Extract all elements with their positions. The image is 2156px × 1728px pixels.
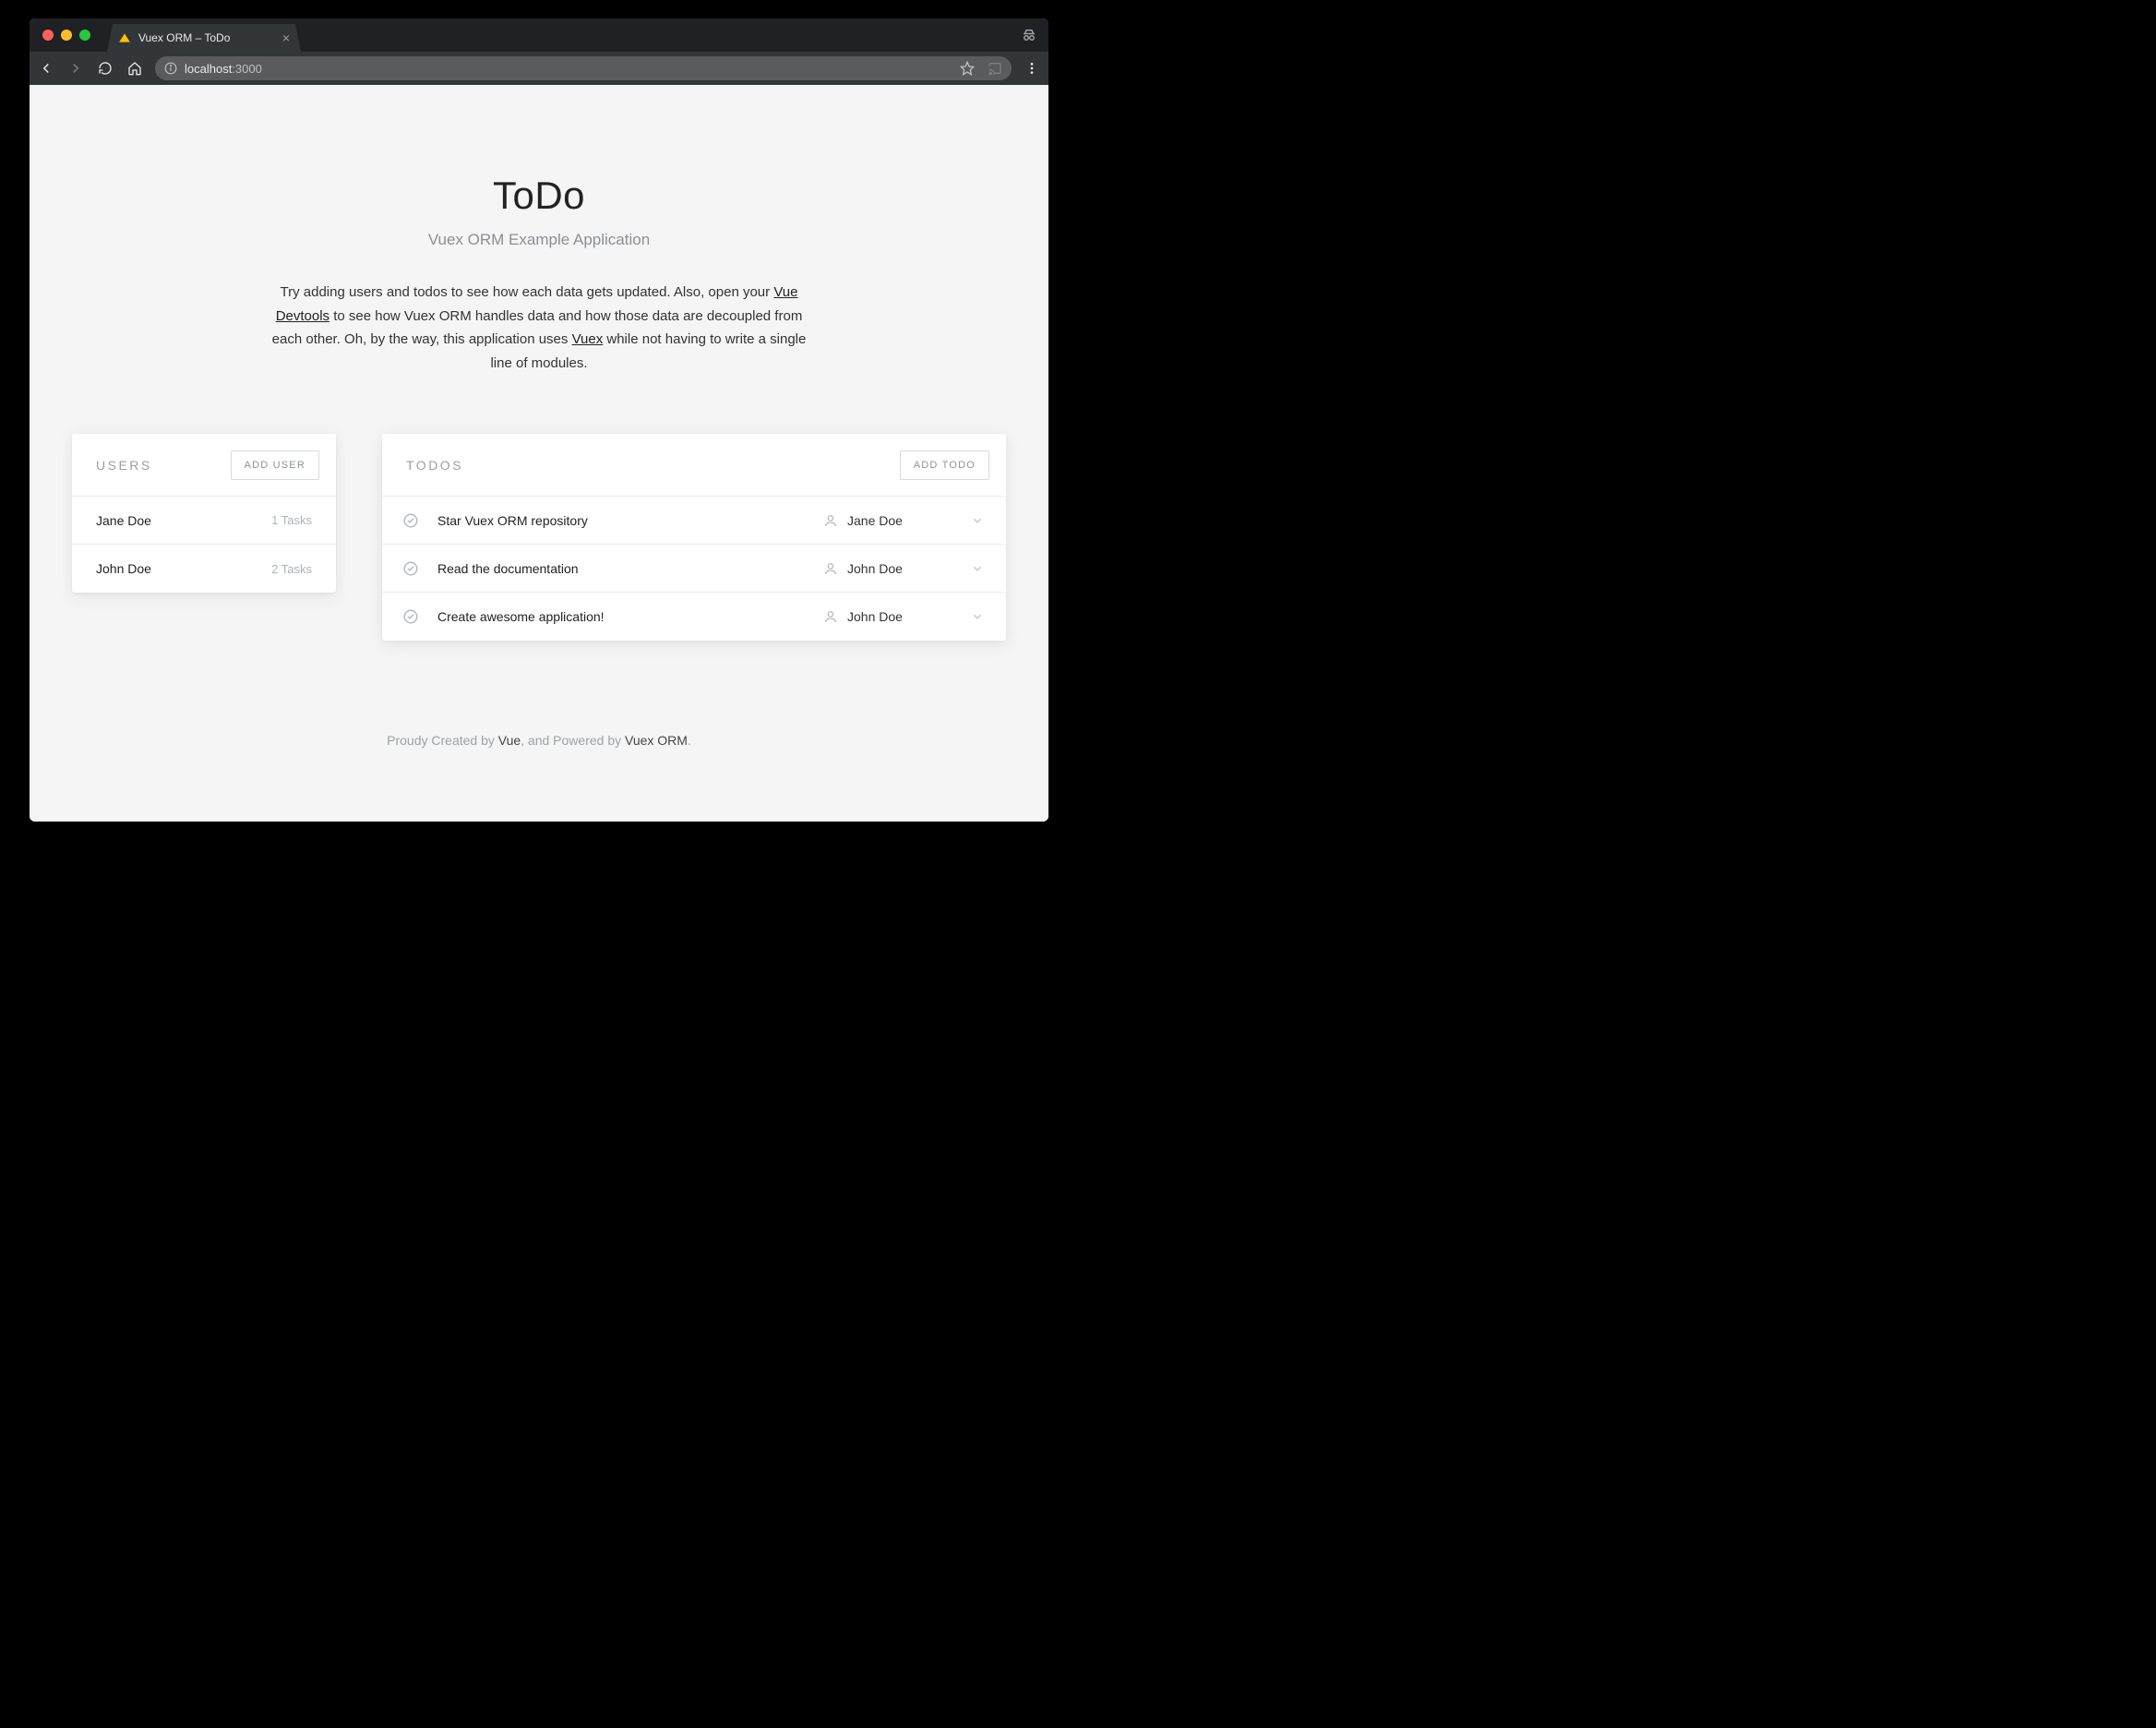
todo-title: Star Vuex ORM repository (437, 513, 807, 528)
chevron-down-icon[interactable] (969, 562, 986, 575)
incognito-icon (1021, 27, 1037, 43)
hero: ToDo Vuex ORM Example Application Try ad… (30, 85, 1048, 412)
add-user-button[interactable]: ADD USER (231, 450, 319, 480)
address-bar: localhost:3000 (30, 52, 1048, 85)
home-button[interactable] (126, 59, 144, 78)
assignee-name: John Doe (847, 609, 903, 624)
user-icon (823, 513, 838, 528)
users-card-header: USERS ADD USER (72, 434, 336, 497)
tab-title: Vuex ORM – ToDo (138, 31, 275, 44)
browser-window: Vuex ORM – ToDo × localhost:3000 (30, 18, 1048, 822)
user-icon (823, 609, 838, 624)
footer-text: , and Powered by (521, 733, 625, 748)
tab-close-icon[interactable]: × (282, 31, 290, 44)
user-task-count: 2 Tasks (271, 562, 312, 576)
users-card: USERS ADD USER Jane Doe 1 Tasks John Doe… (72, 434, 336, 593)
user-row[interactable]: Jane Doe 1 Tasks (72, 497, 336, 545)
chevron-down-icon[interactable] (969, 610, 986, 623)
maximize-window-button[interactable] (79, 30, 90, 41)
check-circle-icon[interactable] (402, 608, 421, 625)
site-info-icon[interactable] (164, 62, 177, 75)
forward-button[interactable] (66, 59, 85, 78)
tab-bar: Vuex ORM – ToDo × (30, 18, 1048, 52)
todo-assignee: John Doe (823, 561, 952, 576)
page-subtitle: Vuex ORM Example Application (66, 231, 1012, 249)
todo-title: Read the documentation (437, 561, 807, 576)
todo-assignee: Jane Doe (823, 513, 952, 528)
vue-link[interactable]: Vue (498, 733, 521, 748)
todo-row[interactable]: Read the documentation John Doe (382, 545, 1006, 593)
browser-tab[interactable]: Vuex ORM – ToDo × (107, 24, 301, 52)
user-name: Jane Doe (96, 513, 271, 528)
tab-favicon-icon (118, 31, 131, 44)
user-row[interactable]: John Doe 2 Tasks (72, 545, 336, 593)
footer: Proudy Created by Vue, and Powered by Vu… (30, 696, 1048, 794)
url-port: :3000 (232, 62, 262, 76)
assignee-name: John Doe (847, 561, 903, 576)
hero-text: Try adding users and todos to see how ea… (281, 284, 774, 300)
todo-row[interactable]: Create awesome application! John Doe (382, 593, 1006, 641)
minimize-window-button[interactable] (61, 30, 72, 41)
footer-text: . (688, 733, 691, 748)
todos-heading: TODOS (406, 458, 463, 473)
page-title: ToDo (66, 174, 1012, 218)
todos-card: TODOS ADD TODO Star Vuex ORM repository … (382, 434, 1006, 641)
users-heading: USERS (96, 458, 152, 473)
chevron-down-icon[interactable] (969, 514, 986, 527)
bookmark-star-icon[interactable] (960, 61, 975, 76)
reload-button[interactable] (96, 59, 114, 78)
vuex-orm-link[interactable]: Vuex ORM (625, 733, 688, 748)
check-circle-icon[interactable] (402, 560, 421, 577)
close-window-button[interactable] (42, 30, 54, 41)
user-task-count: 1 Tasks (271, 513, 312, 527)
menu-button[interactable] (1023, 59, 1041, 78)
url-display: localhost:3000 (185, 62, 262, 76)
cards-container: USERS ADD USER Jane Doe 1 Tasks John Doe… (30, 412, 1048, 696)
vuex-link[interactable]: Vuex (572, 331, 604, 347)
user-icon (823, 561, 838, 576)
todo-title: Create awesome application! (437, 609, 807, 624)
url-input[interactable]: localhost:3000 (155, 56, 1012, 80)
page-content: ToDo Vuex ORM Example Application Try ad… (30, 85, 1048, 822)
assignee-name: Jane Doe (847, 513, 903, 528)
url-host: localhost (185, 62, 232, 76)
add-todo-button[interactable]: ADD TODO (900, 450, 989, 480)
footer-text: Proudy Created by (387, 733, 498, 748)
hero-description: Try adding users and todos to see how ea… (267, 281, 811, 375)
cast-icon[interactable] (988, 61, 1002, 76)
window-controls (42, 30, 90, 41)
todos-card-header: TODOS ADD TODO (382, 434, 1006, 497)
back-button[interactable] (37, 59, 55, 78)
user-name: John Doe (96, 561, 271, 576)
check-circle-icon[interactable] (402, 512, 421, 529)
todo-row[interactable]: Star Vuex ORM repository Jane Doe (382, 497, 1006, 545)
todo-assignee: John Doe (823, 609, 952, 624)
